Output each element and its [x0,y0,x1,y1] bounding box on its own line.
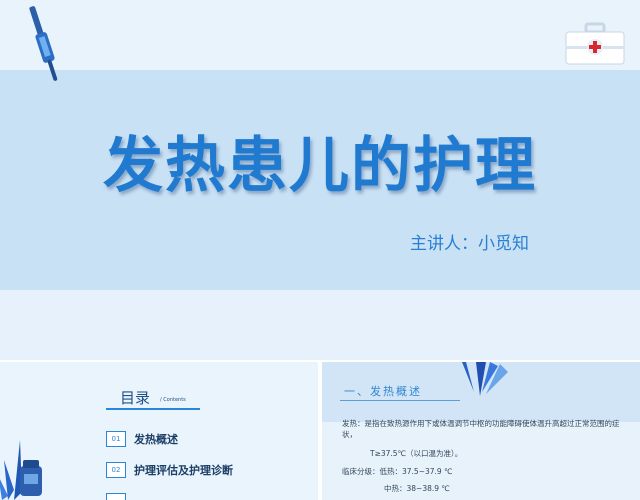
slide-thumbnail-overview[interactable]: 一、发热概述 发热：是指在致热源作用下或体温调节中枢的功能障碍使体温升高超过正常… [322,362,640,500]
thermometer-icon [29,6,58,81]
toc-number: 02 [106,462,126,478]
leaf-decoration-icon [462,362,508,396]
classification-mid-text: 中热：38~38.9 ℃ [384,484,450,493]
bottom-strip [0,290,640,360]
medical-kit-icon [565,22,625,65]
section-underline [340,400,460,401]
slide-thumbnail-contents[interactable]: 目录 / Contents 01 发热概述 02 护理评估及护理诊断 [0,362,318,500]
toc-label: 发热概述 [134,433,178,446]
slide-title: 发热患儿的护理 [103,131,537,201]
threshold-text: T≥37.5℃（以口温为准）。 [370,449,463,458]
toc-number [106,493,126,500]
toc-number: 01 [106,431,126,447]
section-title: 一、发热概述 [344,385,422,398]
presenter-label: 主讲人：小觅知 [410,234,529,254]
top-strip [0,0,640,70]
contents-subtitle: / Contents [160,397,186,403]
toc-item[interactable]: 02 护理评估及护理诊断 [106,460,233,480]
toc-item[interactable]: 01 发热概述 [106,429,178,449]
plant-illustration-icon [0,440,42,500]
contents-underline [106,408,200,410]
contents-title: 目录 [120,389,151,407]
main-slide[interactable]: 发热患儿的护理 主讲人：小觅知 [0,0,640,360]
toc-label: 护理评估及护理诊断 [134,464,233,477]
toc-item[interactable] [106,491,126,500]
classification-low-text: 临床分级：低热：37.5~37.9 ℃ [342,467,453,476]
definition-text: 发热：是指在致热源作用下或体温调节中枢的功能障碍使体温升高超过正常范围的症状， [342,419,620,439]
slide-viewer: 发热患儿的护理 主讲人：小觅知 目录 / Contents 01 发热概述 02… [0,0,640,500]
